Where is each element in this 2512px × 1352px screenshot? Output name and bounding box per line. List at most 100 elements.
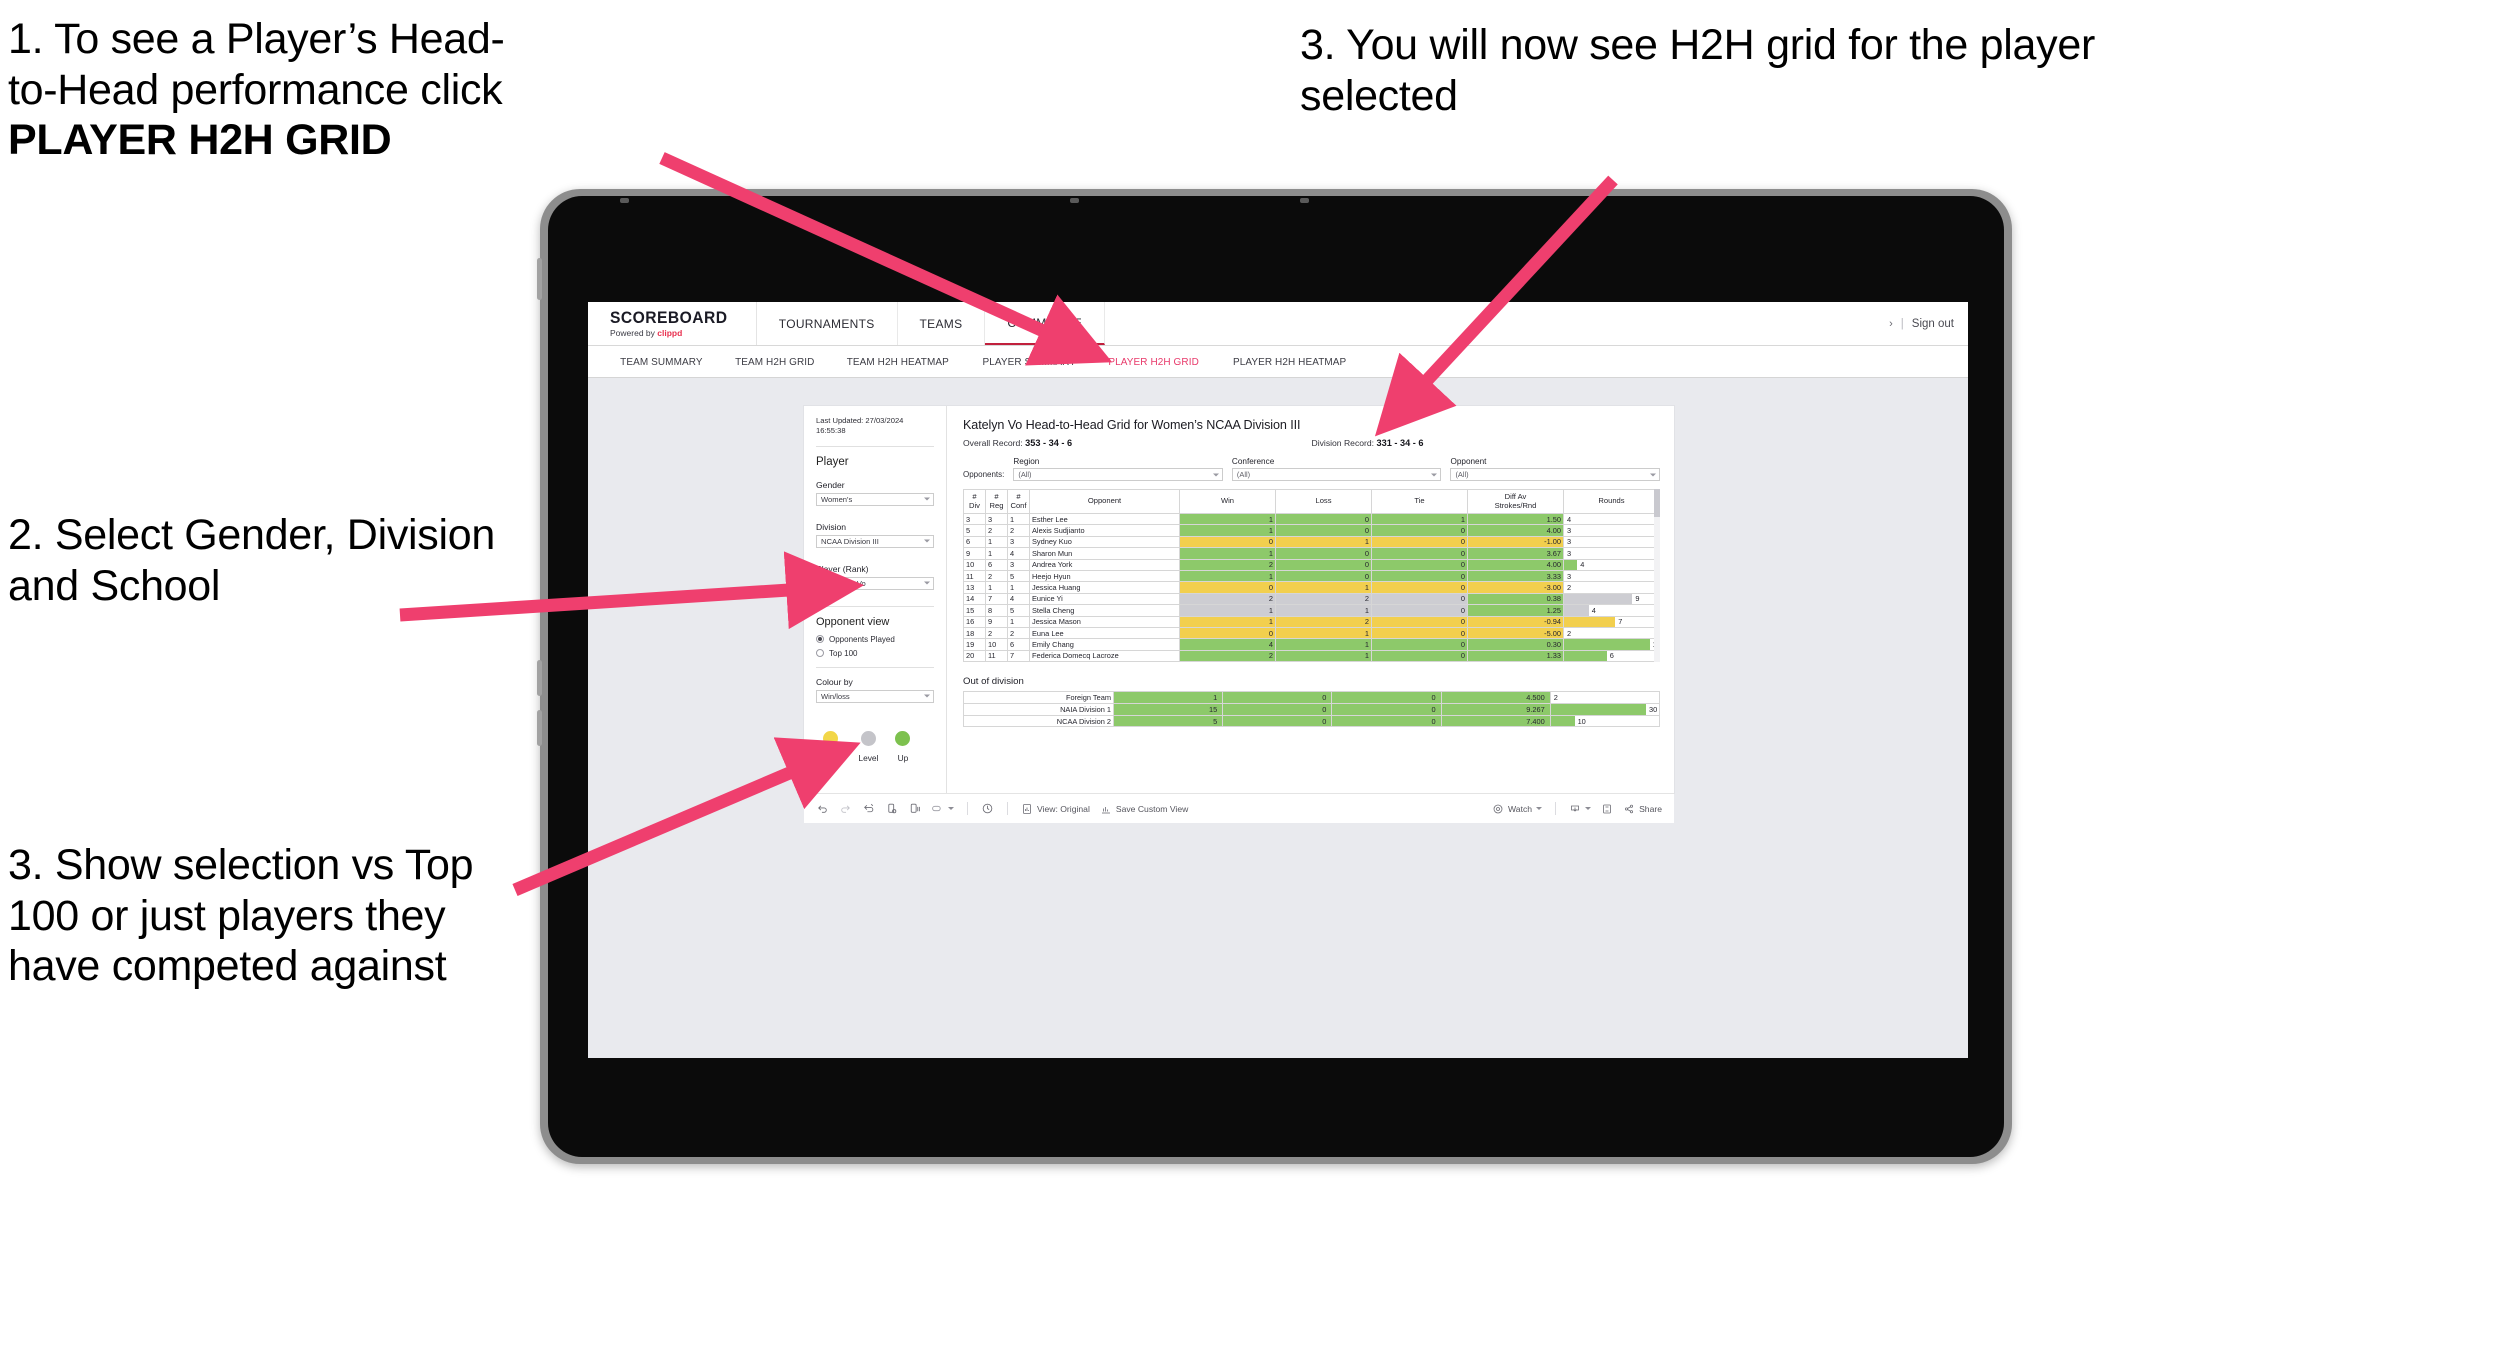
cell-win: 1 xyxy=(1179,604,1276,617)
table-row[interactable]: 13 1 1 Jessica Huang 0 1 0 -3.00 2 xyxy=(963,581,1660,594)
player-rank-select[interactable]: 8. Katelyn Vo xyxy=(816,576,934,590)
division-record-label: Division Record: xyxy=(1311,438,1375,448)
rounds-value: 7 xyxy=(1618,617,1623,627)
gender-select[interactable]: Women's xyxy=(816,492,934,506)
col-loss[interactable]: Loss xyxy=(1275,489,1372,514)
chevron-right-icon[interactable]: › xyxy=(1889,318,1893,330)
col-opponent[interactable]: Opponent xyxy=(1029,489,1180,514)
out-of-division-row[interactable]: NCAA Division 2 5 0 0 7.400 10 xyxy=(963,714,1661,728)
region-filter-select[interactable]: (All) xyxy=(1013,468,1223,481)
conference-filter-select[interactable]: (All) xyxy=(1231,468,1442,481)
cell-rounds: 3 xyxy=(1563,569,1660,583)
col-diff[interactable]: Diff Av Strokes/Rnd xyxy=(1467,489,1564,514)
col-tie[interactable]: Tie xyxy=(1371,489,1468,514)
pause-icon[interactable] xyxy=(908,802,921,815)
cell-reg: 3 xyxy=(985,512,1008,526)
topnav-item-tournaments[interactable]: TOURNAMENTS xyxy=(757,302,898,345)
rounds-value: 3 xyxy=(1567,571,1572,581)
table-row[interactable]: 11 2 5 Heejo Hyun 1 0 0 3.33 3 xyxy=(963,569,1660,583)
colour-by-select[interactable]: Win/loss xyxy=(816,689,934,703)
cell-diff: 4.00 xyxy=(1467,558,1564,571)
col-reg[interactable]: # Reg xyxy=(985,489,1008,514)
cell-tie: 0 xyxy=(1371,535,1468,549)
subnav-item-team-h2h-heatmap[interactable]: TEAM H2H HEATMAP xyxy=(834,356,963,368)
undo-icon[interactable] xyxy=(816,802,829,815)
colour-by-field: Colour by Win/loss xyxy=(816,677,934,703)
out-of-division-row[interactable]: NAIA Division 1 15 0 0 9.267 30 xyxy=(963,702,1661,716)
workbook-canvas: Last Updated: 27/03/2024 16:55:38 Player… xyxy=(588,378,1968,1058)
topnav-item-committee[interactable]: COMMITTEE xyxy=(985,302,1106,345)
conference-filter-label: Conference xyxy=(1231,457,1275,466)
save-custom-view-button[interactable]: Save Custom View xyxy=(1100,803,1188,815)
out-of-division-row[interactable]: Foreign Team 1 0 0 4.500 2 xyxy=(963,691,1661,704)
cell-reg: 10 xyxy=(985,638,1008,651)
opponent-filter-select[interactable]: (All) xyxy=(1450,468,1661,481)
table-row[interactable]: 6 1 3 Sydney Kuo 0 1 0 -1.00 3 xyxy=(963,535,1660,549)
opponent-view-title: Opponent view xyxy=(816,615,890,628)
cell-conf: 5 xyxy=(1007,604,1030,617)
cell-win: 1 xyxy=(1112,691,1224,704)
conference-filter-value: (All) xyxy=(1236,470,1251,479)
cell-loss: 1 xyxy=(1275,535,1372,549)
cell-loss: 0 xyxy=(1222,702,1333,716)
table-row[interactable]: 14 7 4 Eunice Yi 2 2 0 0.38 9 xyxy=(963,592,1660,606)
tablet-volume-down-button xyxy=(537,710,542,746)
region-filter-label: Region xyxy=(1013,457,1040,466)
redo-icon[interactable] xyxy=(839,802,852,815)
col-conf[interactable]: # Conf xyxy=(1007,489,1030,514)
out-of-division-body: Foreign Team 1 0 0 4.500 2 NAIA Division 1 15 0 0… xyxy=(963,691,1661,728)
brand-logo[interactable]: SCOREBOARD Powered by clippd xyxy=(588,302,757,345)
gender-value: Women's xyxy=(821,494,853,504)
download-button[interactable] xyxy=(1569,803,1592,815)
cell-rounds: 2 xyxy=(1549,691,1661,704)
cell-conf: 7 xyxy=(1007,649,1030,663)
revert-icon[interactable] xyxy=(862,802,875,815)
table-scrollbar-thumb[interactable] xyxy=(1654,489,1660,517)
subnav-item-player-summary[interactable]: PLAYER SUMMARY xyxy=(969,356,1089,368)
col-win[interactable]: Win xyxy=(1179,489,1276,514)
refresh-icon[interactable] xyxy=(885,802,898,815)
table-row[interactable]: 5 2 2 Alexis Sudjianto 1 0 0 4.00 3 xyxy=(963,524,1660,537)
rounds-bar xyxy=(1564,560,1578,570)
h2h-table-wrapper: # Div # Reg # Conf Opponent Win Loss Tie Di… xyxy=(963,489,1660,663)
table-row[interactable]: 3 3 1 Esther Lee 1 0 1 1.50 4 xyxy=(963,512,1660,526)
cell-tie: 0 xyxy=(1371,626,1468,640)
table-row[interactable]: 18 2 2 Euna Lee 0 1 0 -5.00 2 xyxy=(963,626,1660,640)
colour-legend: Down Level Up xyxy=(816,730,934,763)
table-row[interactable]: 9 1 4 Sharon Mun 1 0 0 3.67 3 xyxy=(963,547,1660,560)
opponent-filter-label: Opponent xyxy=(1450,457,1487,466)
division-select[interactable]: NCAA Division III xyxy=(816,534,934,548)
cell-diff: 1.33 xyxy=(1467,649,1564,663)
view-original-button[interactable]: View: Original xyxy=(1021,803,1090,815)
division-value: NCAA Division III xyxy=(821,536,879,546)
alert-clock-icon[interactable] xyxy=(981,802,994,815)
col-rounds[interactable]: Rounds xyxy=(1563,489,1660,514)
cell-tie: 0 xyxy=(1371,604,1468,617)
presentation-mode-button[interactable] xyxy=(931,802,954,815)
subnav-item-team-h2h-grid[interactable]: TEAM H2H GRID xyxy=(722,356,828,368)
subnav-item-player-h2h-grid[interactable]: PLAYER H2H GRID xyxy=(1095,356,1212,368)
cell-diff: 4.00 xyxy=(1467,524,1564,537)
table-row[interactable]: 10 6 3 Andrea York 2 0 0 4.00 4 xyxy=(963,558,1660,571)
topnav-item-teams[interactable]: TEAMS xyxy=(898,302,986,345)
radio-top-100[interactable]: Top 100 xyxy=(816,649,934,658)
opponent-filter: Opponent (All) xyxy=(1450,457,1661,481)
subnav-item-team-summary[interactable]: TEAM SUMMARY xyxy=(607,356,716,368)
rounds-bar xyxy=(1564,639,1650,650)
chevron-down-icon xyxy=(924,539,930,543)
table-row[interactable]: 19106Emily Chang4100.3011 xyxy=(963,638,1660,651)
col-div[interactable]: # Div xyxy=(963,489,986,514)
watch-button[interactable]: Watch xyxy=(1492,803,1543,815)
toolbar-divider-2 xyxy=(1007,802,1008,815)
table-row[interactable]: 16 9 1 Jessica Mason 1 2 0 -0.94 7 xyxy=(963,615,1660,628)
radio-opponents-played[interactable]: Opponents Played xyxy=(816,635,934,644)
table-row[interactable]: 20 11 7 Federica Domecq Lacroze 2 1 0 1.33 6 xyxy=(963,649,1660,663)
share-button[interactable]: Share xyxy=(1623,803,1662,815)
table-scrollbar[interactable] xyxy=(1654,489,1660,663)
cell-conf: 4 xyxy=(1007,592,1030,606)
table-row[interactable]: 15 8 5 Stella Cheng 1 1 0 1.25 4 xyxy=(963,604,1660,617)
rounds-value: 2 xyxy=(1567,628,1572,638)
subnav-item-player-h2h-heatmap[interactable]: PLAYER H2H HEATMAP xyxy=(1219,356,1359,368)
fullscreen-icon[interactable] xyxy=(1601,803,1613,815)
sign-out-link[interactable]: Sign out xyxy=(1912,318,1954,330)
